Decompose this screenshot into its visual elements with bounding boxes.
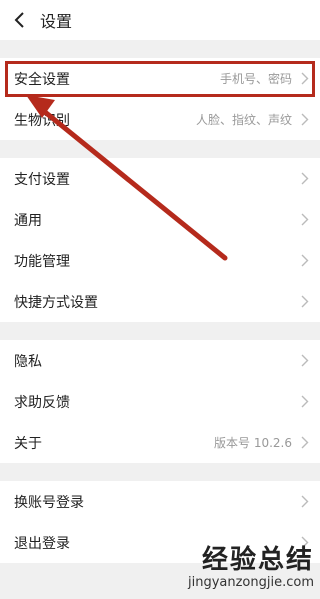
watermark-title: 经验总结 — [201, 545, 314, 575]
item-label: 隐私 — [14, 353, 42, 370]
settings-item-help[interactable]: 求助反馈 — [0, 381, 320, 422]
chevron-right-icon — [300, 172, 310, 186]
settings-item-shortcuts[interactable]: 快捷方式设置 — [0, 281, 320, 322]
chevron-right-icon — [300, 395, 310, 409]
settings-item-features[interactable]: 功能管理 — [0, 240, 320, 281]
watermark: 经验总结 jingyanzongjie.com — [188, 545, 314, 591]
watermark-url: jingyanzongjie.com — [187, 575, 314, 590]
item-label: 关于 — [14, 435, 42, 452]
item-label: 求助反馈 — [14, 394, 70, 411]
page-title: 设置 — [40, 12, 73, 31]
back-button[interactable] — [0, 0, 40, 40]
settings-group-about: 隐私 求助反馈 关于 版本号 10.2.6 — [0, 340, 320, 463]
chevron-right-icon — [300, 495, 310, 509]
version-value: 版本号 10.2.6 — [214, 436, 292, 450]
app-header: 设置 — [0, 0, 320, 40]
chevron-right-icon — [300, 436, 310, 450]
settings-item-payment[interactable]: 支付设置 — [0, 158, 320, 199]
settings-item-about[interactable]: 关于 版本号 10.2.6 — [0, 422, 320, 463]
settings-item-security[interactable]: 安全设置 手机号、密码 — [0, 58, 320, 99]
chevron-right-icon — [300, 295, 310, 309]
item-label: 功能管理 — [14, 253, 70, 270]
item-label: 安全设置 — [14, 71, 70, 88]
item-label: 生物识别 — [14, 112, 70, 129]
item-label: 通用 — [14, 212, 42, 229]
chevron-right-icon — [300, 254, 310, 268]
item-label: 快捷方式设置 — [14, 294, 98, 311]
chevron-right-icon — [300, 213, 310, 227]
settings-group-general: 支付设置 通用 功能管理 快捷方式设置 — [0, 158, 320, 322]
settings-item-switch-account[interactable]: 换账号登录 — [0, 481, 320, 522]
chevron-left-icon — [14, 12, 24, 28]
chevron-right-icon — [300, 72, 310, 86]
settings-item-biometrics[interactable]: 生物识别 人脸、指纹、声纹 — [0, 99, 320, 140]
settings-item-privacy[interactable]: 隐私 — [0, 340, 320, 381]
chevron-right-icon — [300, 354, 310, 368]
item-label: 支付设置 — [14, 171, 70, 188]
item-value: 手机号、密码 — [219, 72, 292, 86]
item-label: 换账号登录 — [14, 494, 84, 511]
item-value: 人脸、指纹、声纹 — [195, 113, 292, 127]
chevron-right-icon — [300, 113, 310, 127]
settings-group-account: 安全设置 手机号、密码 生物识别 人脸、指纹、声纹 — [0, 58, 320, 140]
settings-item-general[interactable]: 通用 — [0, 199, 320, 240]
